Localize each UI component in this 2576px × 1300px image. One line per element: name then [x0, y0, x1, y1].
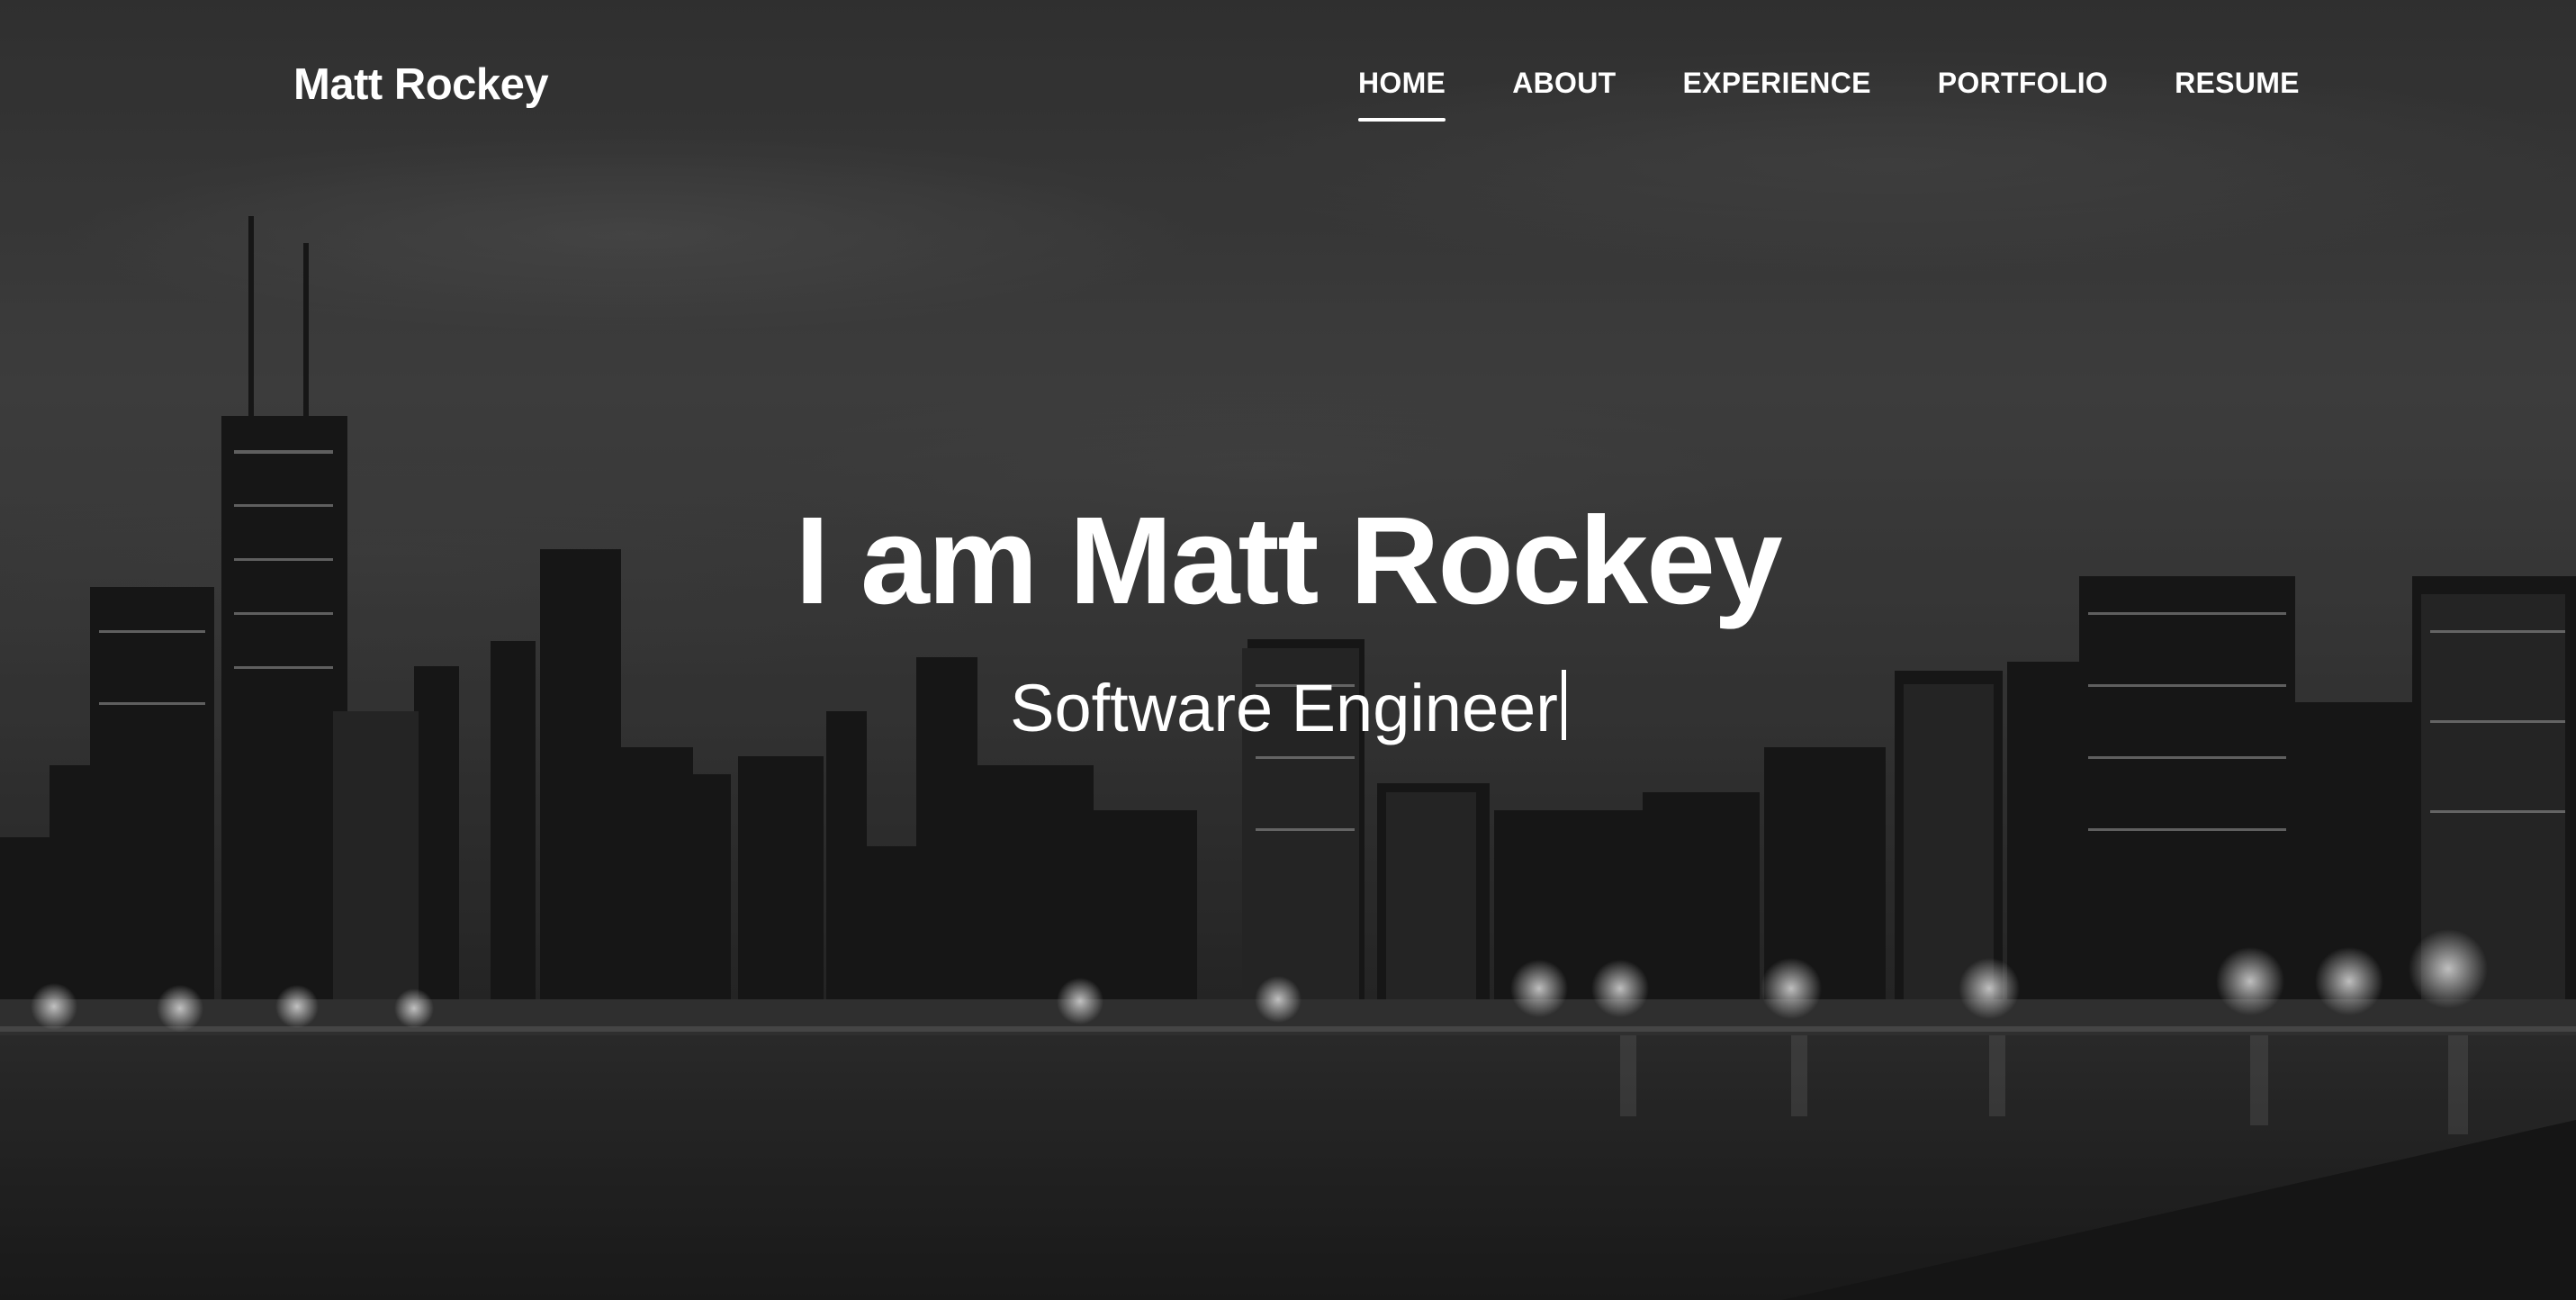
typing-cursor: [1561, 669, 1566, 740]
hero-section: Matt Rockey HOME ABOUT EXPERIENCE PORTFO…: [0, 0, 2576, 1300]
hero-content: I am Matt Rockey Software Engineer: [0, 492, 2576, 745]
nav-link-portfolio[interactable]: PORTFOLIO: [1938, 67, 2108, 116]
nav-links: HOME ABOUT EXPERIENCE PORTFOLIO RESUME: [1358, 67, 2300, 122]
nav-link-about[interactable]: ABOUT: [1512, 67, 1616, 116]
hero-subtitle-text: Software Engineer: [1010, 670, 1558, 745]
nav-link-resume[interactable]: RESUME: [2175, 67, 2300, 116]
hero-title: I am Matt Rockey: [795, 492, 1782, 630]
nav-link-experience[interactable]: EXPERIENCE: [1682, 67, 1870, 116]
nav-link-home[interactable]: HOME: [1358, 67, 1446, 122]
brand-logo-link[interactable]: Matt Rockey: [293, 59, 549, 110]
hero-subtitle: Software Engineer: [0, 669, 2576, 745]
top-navbar: Matt Rockey HOME ABOUT EXPERIENCE PORTFO…: [0, 0, 2576, 180]
